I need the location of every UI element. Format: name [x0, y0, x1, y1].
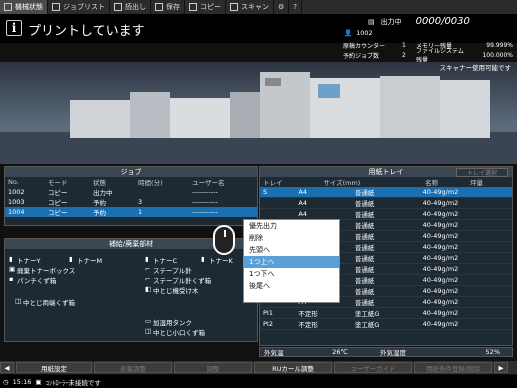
table-row[interactable]: 1004 コピー 予約 1 ----------- [5, 207, 257, 217]
help-icon: ? [293, 3, 297, 11]
clock-time: 15:16 [12, 377, 32, 386]
user-guide-button[interactable]: ユーザーガイド [334, 362, 412, 373]
scroll-left-button[interactable]: ◀ [0, 362, 14, 373]
toner-k-icon: ▮ [201, 255, 205, 263]
toner-m-icon: ▮ [69, 255, 73, 263]
counters: 原稿カウンター 1 メモリー残量 99.999% 予約ジョブ数 2 ファイルシステム残量 1… [343, 41, 513, 65]
scanner-status-message: スキャナー使用可能です [439, 64, 512, 72]
paper-tray-title-bar: 用紙トレイ トレイ選択 [260, 167, 512, 177]
mouse-icon [213, 225, 235, 255]
paper-tray-row[interactable]: A4普通紙40-49g/m2 [260, 197, 512, 209]
machine-icon [4, 3, 12, 11]
machine-image [0, 62, 517, 164]
job-panel: ジョブ No. モード 状態 時間(分) ユーザー名 1002 コピー 出力中 ---… [4, 166, 258, 226]
paper-tray-row[interactable]: S A4 普通紙 40-49g/m2 [260, 187, 512, 198]
help-button[interactable]: ? [289, 0, 302, 14]
table-row[interactable]: 1003 コピー 予約 3 ----------- [5, 197, 257, 207]
footer: ◷ 15:16 ▣ ｺﾝﾄﾛｰﾗｰ未接続です [0, 375, 517, 388]
adjust-button[interactable]: 調整 [174, 362, 252, 373]
list-icon [52, 3, 60, 11]
scroll-right-button[interactable]: ▶ [494, 362, 508, 373]
toner-y-icon: ▮ [9, 255, 13, 263]
environment-bar: 外気温 26℃ 外気湿度 52% [259, 347, 513, 357]
job-table: No. モード 状態 時間(分) ユーザー名 1002 コピー 出力中 -------… [5, 177, 257, 217]
copy-icon [189, 3, 197, 11]
menu-item-move-down[interactable]: 1つ下へ [244, 268, 339, 280]
saddle-trim-icon: ◫ [145, 327, 152, 335]
menu-item-to-top[interactable]: 先頭へ [244, 244, 339, 256]
paper-tray-row[interactable]: PI1 不定形 塗工紙G 40-49g/m2 [260, 307, 512, 319]
controller-icon: ▣ [35, 377, 42, 386]
saddle-board-icon: ◧ [145, 285, 152, 293]
paper-tray-title: 用紙トレイ [368, 168, 404, 176]
tank-icon: ▭ [145, 317, 152, 325]
tab-copy[interactable]: コピー [185, 0, 226, 14]
outside-temp: 26℃ [332, 348, 348, 356]
paper-tray-table: トレイ サイズ(mm) 名称 坪量 [263, 179, 484, 187]
current-user: 1002 [356, 29, 373, 37]
tab-machine-status[interactable]: 機械状態 [0, 0, 48, 14]
controller-status: ｺﾝﾄﾛｰﾗｰ未接続です [45, 378, 101, 387]
clock-icon: ◷ [3, 377, 9, 386]
folder-icon [114, 3, 122, 11]
user-icon: 👤 [344, 29, 353, 37]
front-back-adjust-button[interactable]: 表裏調整 [94, 362, 172, 373]
settings-button[interactable]: ⚙ [274, 0, 290, 14]
job-context-menu: 優先出力 削除 先頭へ 1つ上へ 1つ下へ 後尾へ [243, 219, 340, 303]
settings-icon: ⚙ [278, 3, 285, 11]
output-count: 0000/0030 [415, 16, 470, 27]
waste-toner-icon: ▣ [9, 265, 16, 273]
tab-job-list[interactable]: ジョブリスト [48, 0, 110, 14]
save-icon [155, 3, 163, 11]
page-title: プリントしています [28, 24, 145, 39]
paper-setting-button[interactable]: 用紙設定 [16, 362, 92, 373]
menu-item-delete[interactable]: 削除 [244, 232, 339, 244]
tray-select-button[interactable]: トレイ選択 [456, 168, 508, 177]
paper-tray-row[interactable]: PI2 不定形 塗工紙G 40-49g/m2 [260, 318, 512, 330]
staple-icon: ⌐ [145, 265, 151, 273]
job-panel-title: ジョブ [5, 167, 257, 177]
tab-bar: 機械状態 ジョブリスト 読出し 保存 コピー スキャン ⚙ ? [0, 0, 517, 14]
tab-scan[interactable]: スキャン [226, 0, 274, 14]
table-row[interactable]: 1002 コピー 出力中 ----------- [5, 187, 257, 197]
toner-c-icon: ▮ [145, 255, 149, 263]
staple-waste-icon: ⌐ [145, 275, 151, 283]
tab-save[interactable]: 保存 [151, 0, 185, 14]
humidity: 52% [485, 348, 500, 356]
paper-tray-row[interactable]: A4普通紙40-49g/m2 [260, 208, 512, 220]
ru-curl-adjust-button[interactable]: RUカール調整 [254, 362, 332, 373]
punch-icon: ▪ [9, 275, 14, 283]
saddle-edge-icon: ◫ [15, 297, 22, 305]
scan-icon [230, 3, 238, 11]
info-icon: i [6, 20, 22, 36]
menu-item-to-end[interactable]: 後尾へ [244, 280, 339, 292]
printer-icon: ▤ [368, 17, 375, 26]
output-status: ▤ 出力中 0000/0030 👤 1002 [344, 16, 470, 37]
printer-machine-illustration [0, 72, 517, 164]
paper-register-button[interactable]: 用紙条件登録/削除 [414, 362, 492, 373]
menu-item-move-up[interactable]: 1つ上へ [244, 256, 339, 268]
menu-item-priority[interactable]: 優先出力 [244, 220, 339, 232]
bottom-toolbar: ◀ 用紙設定 表裏調整 調整 RUカール調整 ユーザーガイド 用紙条件登録/削除… [0, 361, 517, 374]
tab-read[interactable]: 読出し [110, 0, 151, 14]
